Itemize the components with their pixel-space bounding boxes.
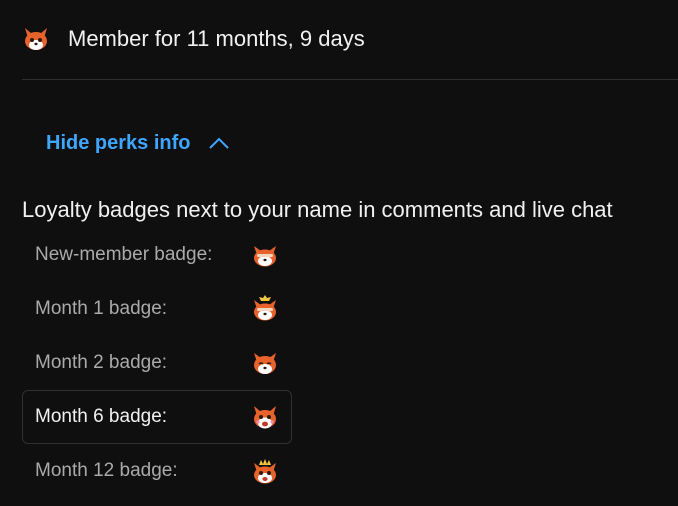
fox-badge-new-icon [254, 246, 276, 267]
badge-label: Month 2 badge: [35, 352, 168, 373]
membership-status: Member for 11 months, 9 days [22, 20, 365, 58]
hide-perks-info-button[interactable]: Hide perks info [46, 128, 230, 158]
loyalty-badge-list: New-member badge: Month 1 badge: Month 2… [22, 228, 292, 498]
hide-perks-info-label: Hide perks info [46, 131, 191, 154]
badge-label: Month 6 badge: [35, 406, 168, 427]
loyalty-badges-heading: Loyalty badges next to your name in comm… [22, 197, 613, 222]
badge-row-month-1[interactable]: Month 1 badge: [22, 282, 292, 336]
membership-panel: Member for 11 months, 9 days Hide perks … [0, 0, 678, 506]
badge-label: New-member badge: [35, 244, 213, 265]
membership-duration-text: Member for 11 months, 9 days [68, 26, 365, 51]
section-divider [22, 79, 678, 80]
badge-label: Month 12 badge: [35, 460, 178, 481]
badge-row-new-member[interactable]: New-member badge: [22, 228, 292, 282]
fox-avatar-icon [25, 28, 47, 50]
chevron-up-icon [209, 137, 230, 149]
badge-row-month-12[interactable]: Month 12 badge: [22, 444, 292, 498]
badge-row-month-6[interactable]: Month 6 badge: [22, 390, 292, 444]
fox-badge-month1-icon [254, 295, 276, 321]
badge-label: Month 1 badge: [35, 298, 168, 319]
fox-badge-month2-icon [254, 353, 276, 374]
badge-row-month-2[interactable]: Month 2 badge: [22, 336, 292, 390]
fox-badge-month6-icon [254, 406, 276, 429]
fox-badge-month12-icon [254, 459, 276, 484]
